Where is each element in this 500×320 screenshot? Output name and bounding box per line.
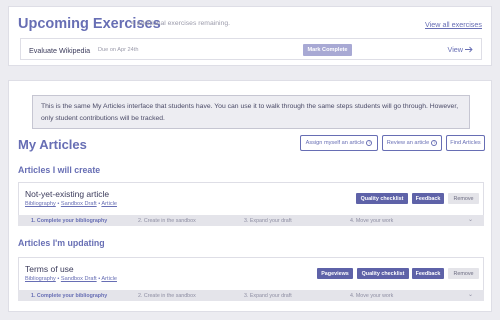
my-articles-title: My Articles — [18, 137, 87, 152]
review-article-button[interactable]: Review an article ? — [382, 135, 442, 151]
mark-complete-button[interactable]: Mark Complete — [303, 44, 352, 56]
exercise-due-date: Due on Apr 24th — [98, 47, 139, 53]
chevron-down-icon[interactable]: ⌄ — [468, 216, 473, 223]
review-article-label: Review an article — [386, 140, 430, 146]
exercise-row: Evaluate Wikipedia Due on Apr 24th Mark … — [20, 38, 482, 60]
quality-checklist-button[interactable]: Quality checklist — [357, 268, 409, 279]
remove-button[interactable]: Remove — [448, 268, 479, 279]
step-move-work[interactable]: 4. Move your work — [350, 218, 393, 224]
step-move-work[interactable]: 4. Move your work — [350, 293, 393, 299]
progress-steps: 1. Complete your bibliography 2. Create … — [18, 290, 484, 301]
pageviews-button[interactable]: Pageviews — [317, 268, 353, 279]
instructor-notice: This is the same My Articles interface t… — [32, 95, 470, 129]
exercises-remaining-text: 4 additional exercises remaining. — [131, 20, 230, 27]
bibliography-link[interactable]: Bibliography — [25, 276, 56, 282]
article-link[interactable]: Article — [101, 201, 117, 207]
view-all-exercises-link[interactable]: View all exercises — [425, 20, 482, 29]
feedback-button[interactable]: Feedback — [412, 268, 444, 279]
step-create-sandbox[interactable]: 2. Create in the sandbox — [138, 218, 196, 224]
arrow-right-icon — [465, 46, 473, 53]
question-circle-icon: ? — [366, 140, 373, 146]
find-articles-button[interactable]: Find Articles — [446, 135, 485, 151]
article-card-update: Terms of use Bibliography • Sandbox Draf… — [18, 257, 484, 301]
quality-checklist-button[interactable]: Quality checklist — [356, 193, 408, 204]
step-complete-bibliography[interactable]: 1. Complete your bibliography — [31, 293, 107, 299]
assign-myself-article-button[interactable]: Assign myself an article ? — [300, 135, 378, 151]
assign-myself-label: Assign myself an article — [305, 140, 365, 146]
article-links: Bibliography • Sandbox Draft • Article — [25, 276, 117, 282]
articles-create-heading: Articles I will create — [18, 165, 101, 175]
remove-button[interactable]: Remove — [448, 193, 479, 204]
sandbox-draft-link[interactable]: Sandbox Draft — [61, 201, 97, 207]
step-create-sandbox[interactable]: 2. Create in the sandbox — [138, 293, 196, 299]
chevron-down-icon[interactable]: ⌄ — [468, 291, 473, 298]
step-expand-draft[interactable]: 3. Expand your draft — [244, 293, 292, 299]
bibliography-link[interactable]: Bibliography — [25, 201, 56, 207]
upcoming-exercises-panel: Upcoming Exercises 4 additional exercise… — [8, 6, 492, 66]
article-link[interactable]: Article — [101, 276, 117, 282]
article-card-create: Not-yet-existing article Bibliography • … — [18, 182, 484, 226]
question-circle-icon: ? — [431, 140, 438, 146]
view-exercise-label: View — [447, 45, 463, 54]
article-title: Not-yet-existing article — [25, 189, 110, 199]
exercise-name: Evaluate Wikipedia — [29, 46, 91, 55]
feedback-button[interactable]: Feedback — [412, 193, 444, 204]
my-articles-panel: This is the same My Articles interface t… — [8, 80, 492, 312]
progress-steps: 1. Complete your bibliography 2. Create … — [18, 215, 484, 226]
step-complete-bibliography[interactable]: 1. Complete your bibliography — [31, 218, 107, 224]
view-exercise-link[interactable]: View — [448, 45, 473, 54]
sandbox-draft-link[interactable]: Sandbox Draft — [61, 276, 97, 282]
article-title: Terms of use — [25, 264, 74, 274]
step-expand-draft[interactable]: 3. Expand your draft — [244, 218, 292, 224]
articles-updating-heading: Articles I'm updating — [18, 238, 105, 248]
article-links: Bibliography • Sandbox Draft • Article — [25, 201, 117, 207]
